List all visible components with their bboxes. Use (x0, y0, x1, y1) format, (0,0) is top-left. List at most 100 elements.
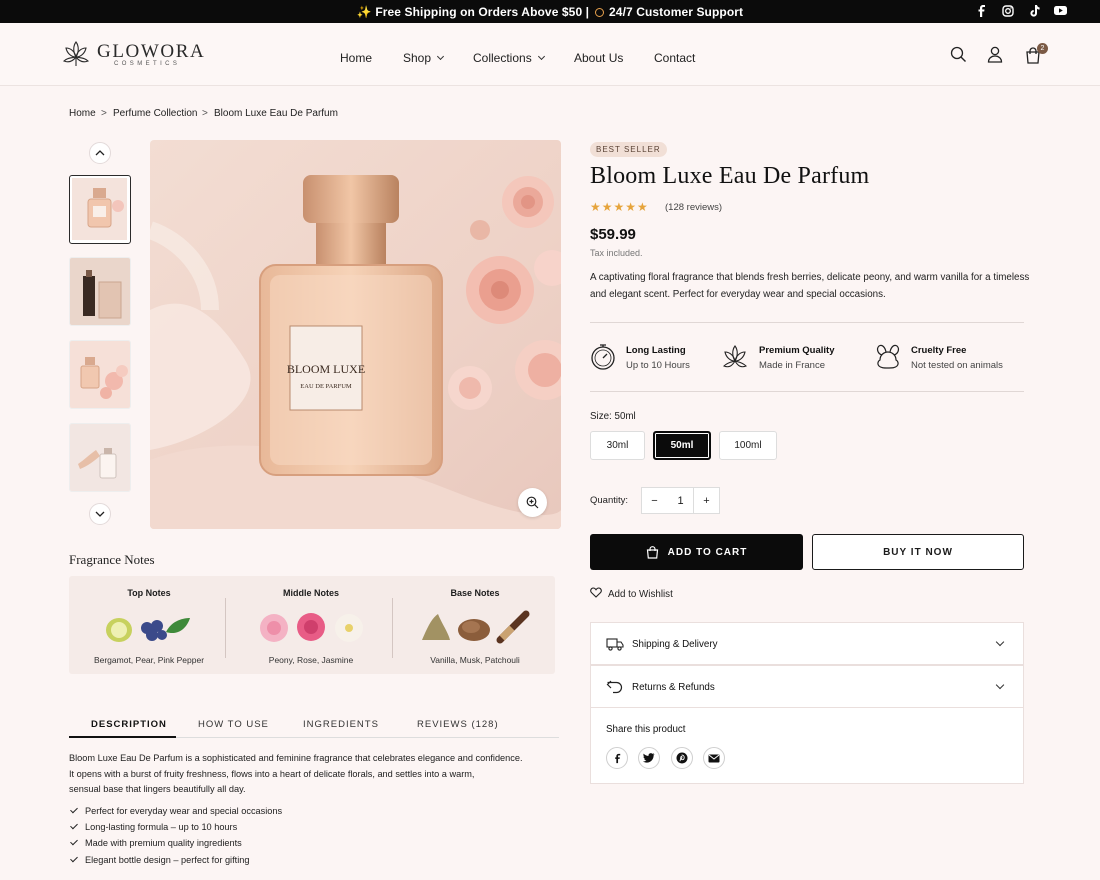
bottle-label-sub: EAU DE PARFUM (300, 383, 352, 390)
top-notes-list: Bergamot, Pear, Pink Pepper (93, 655, 205, 665)
cart-count-badge: 2 (1037, 43, 1048, 54)
nav-shop[interactable]: Shop (403, 51, 445, 65)
heart-icon (590, 587, 602, 598)
product-description: A captivating floral fragrance that blen… (590, 272, 1030, 300)
top-notes-title: Top Notes (127, 588, 171, 598)
account-icon[interactable] (987, 46, 1003, 66)
base-notes-title: Base Notes (450, 588, 500, 598)
quantity-increase-button[interactable]: + (693, 487, 720, 514)
nav-about-label: About Us (574, 51, 624, 65)
share-email-icon[interactable] (703, 747, 725, 769)
thumbnail-2[interactable] (69, 257, 131, 326)
divider (590, 391, 1024, 392)
share-panel (590, 707, 1024, 784)
return-arrow-icon (606, 680, 623, 694)
chevron-down-icon (436, 52, 445, 61)
nav-about[interactable]: About Us (574, 51, 623, 65)
size-option-50ml[interactable]: 50ml (653, 431, 711, 460)
size-option-100ml[interactable]: 100ml (719, 431, 777, 460)
thumbs-down-button[interactable] (89, 503, 111, 525)
middle-notes-title: Middle Notes (282, 588, 339, 598)
shipping-accordion[interactable]: Shipping & Delivery (590, 622, 1024, 665)
shipping-accordion-label: Shipping & Delivery (632, 639, 718, 650)
stopwatch-icon (590, 343, 616, 374)
star-icons: ★★★★ (590, 200, 638, 214)
description-line: It opens with a burst of fruity freshnes… (69, 768, 475, 779)
feature-cruelty-sub: Not tested on animals (911, 360, 1003, 371)
nav-contact-label: Contact (654, 51, 696, 65)
feature-long-lasting-sub: Up to 10 Hours (626, 360, 690, 371)
thumbnail-1[interactable] (69, 175, 131, 244)
best-seller-badge: BEST SELLER (590, 142, 667, 157)
product-main-image[interactable]: BLOOM LUXE EAU DE PARFUM (150, 140, 561, 529)
bullet-text: Perfect for everyday wear and special oc… (85, 806, 283, 816)
notes-divider (225, 598, 226, 658)
lotus-logo-icon[interactable] (62, 39, 90, 72)
support-message: 24/7 Customer Support (609, 5, 744, 19)
share-twitter-icon[interactable] (638, 747, 660, 769)
description-line: Bloom Luxe Eau De Parfum is a sophistica… (69, 753, 523, 763)
nav-collections[interactable]: Collections (473, 51, 545, 65)
add-to-wishlist-link[interactable]: Add to Wishlist (590, 587, 673, 600)
thumbs-up-button[interactable] (89, 142, 111, 164)
shipping-message: Free Shipping on Orders Above $50 (375, 5, 583, 19)
quantity-input[interactable]: 1 (667, 487, 694, 514)
breadcrumb-home[interactable]: Home (69, 108, 96, 119)
tab-how-to-use[interactable]: HOW TO USE (198, 719, 269, 730)
product-title: Bloom Luxe Eau De Parfum (590, 163, 870, 189)
tab-ingredients[interactable]: INGREDIENTS (303, 719, 379, 730)
bunny-icon (874, 343, 902, 374)
buy-now-button[interactable]: BUY IT NOW (812, 534, 1024, 570)
rating-stars: ★★★★★ (590, 200, 648, 214)
tiktok-icon[interactable] (1029, 5, 1040, 17)
add-to-cart-button[interactable]: ADD TO CART (590, 534, 803, 570)
breadcrumb-collection[interactable]: Perfume Collection (113, 108, 197, 119)
thumbnail-4[interactable] (69, 423, 131, 492)
divider (590, 322, 1024, 323)
nav-collections-label: Collections (473, 51, 532, 65)
half-star-icon: ★ (637, 200, 649, 214)
thumbnail-3[interactable] (69, 340, 131, 409)
instagram-icon[interactable] (1002, 5, 1014, 17)
bullet-text: Made with premium quality ingredients (85, 838, 242, 848)
bottle-label-brand: BLOOM LUXE (287, 362, 365, 376)
nav-home[interactable]: Home (340, 51, 372, 65)
brand-name[interactable]: GLOWORA (97, 41, 205, 63)
chevron-up-icon (95, 150, 105, 156)
quantity-label: Quantity: (590, 495, 629, 506)
nav-contact[interactable]: Contact (654, 51, 695, 65)
check-icon (70, 821, 78, 830)
size-option-30ml[interactable]: 30ml (590, 431, 645, 460)
zoom-button[interactable] (518, 488, 547, 517)
nav-home-label: Home (340, 51, 373, 65)
support-icon (594, 8, 604, 17)
add-to-cart-label: ADD TO CART (667, 546, 748, 558)
description-bullet: Perfect for everyday wear and special oc… (69, 805, 283, 816)
active-tab-indicator (69, 736, 176, 738)
description-text: Bloom Luxe Eau De Parfum is a sophistica… (69, 751, 539, 798)
description-bullet: Made with premium quality ingredients (69, 837, 242, 848)
middle-notes-icon (258, 612, 366, 647)
chevron-down-icon (537, 52, 545, 61)
brand-tagline: COSMETICS (114, 61, 181, 67)
announcement-text: ✨ Free Shipping on Orders Above $50 | 24… (0, 5, 1100, 19)
tab-reviews[interactable]: REVIEWS (128) (417, 719, 499, 730)
notes-divider (392, 598, 393, 658)
share-pinterest-icon[interactable] (671, 747, 693, 769)
quantity-decrease-button[interactable]: − (641, 487, 668, 514)
youtube-icon[interactable] (1054, 5, 1067, 16)
search-icon[interactable] (950, 46, 967, 66)
truck-icon (606, 638, 624, 651)
tab-description[interactable]: DESCRIPTION (91, 719, 167, 730)
description-bullet: Elegant bottle design – perfect for gift… (69, 854, 249, 865)
review-count[interactable]: (128 reviews) (665, 202, 722, 213)
feature-premium-title: Premium Quality (759, 345, 835, 356)
returns-accordion[interactable]: Returns & Refunds (590, 665, 1024, 708)
wishlist-label: Add to Wishlist (608, 589, 673, 600)
feature-premium-sub: Made in France (759, 360, 826, 371)
fragrance-notes-title: Fragrance Notes (69, 552, 155, 567)
facebook-icon[interactable] (977, 5, 986, 17)
share-facebook-icon[interactable] (606, 747, 628, 769)
breadcrumb-separator: > (101, 108, 107, 119)
bag-icon (646, 545, 658, 559)
